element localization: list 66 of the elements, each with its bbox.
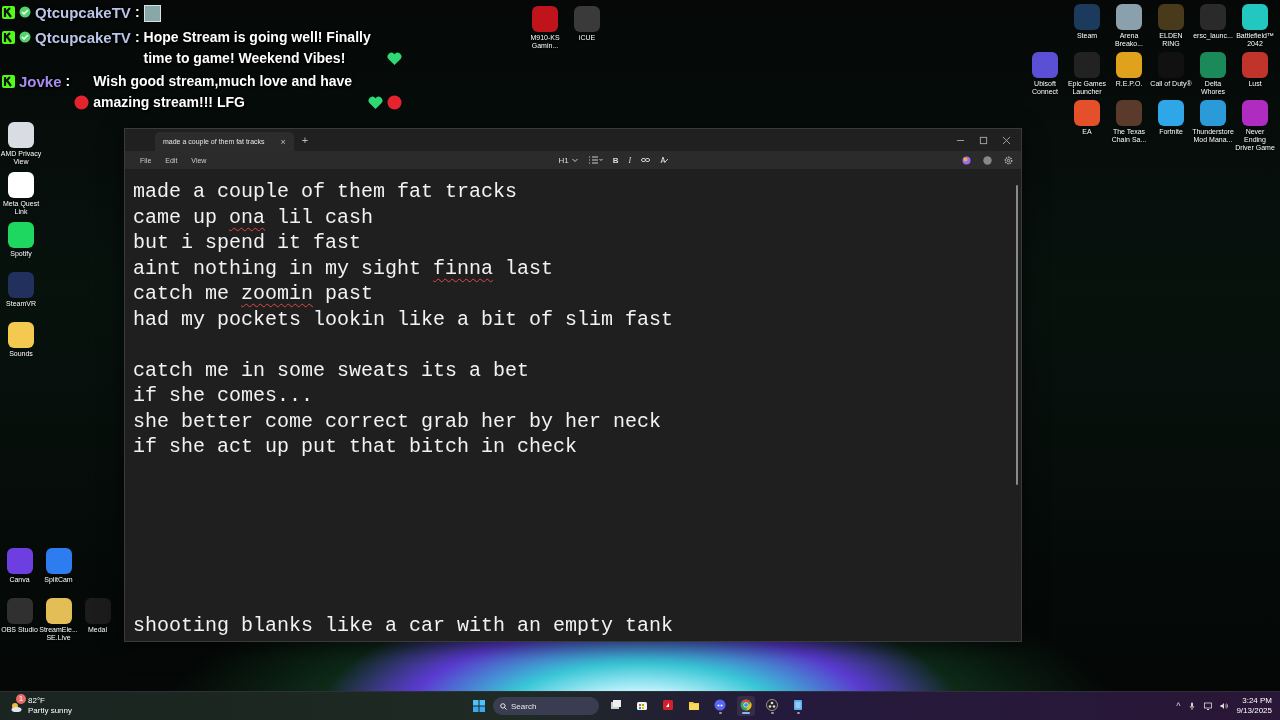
profile-icon[interactable] <box>983 155 992 165</box>
italic-button[interactable]: I <box>628 155 632 165</box>
text-line: catch me in some sweats its a bet <box>133 357 531 383</box>
check-badge-icon <box>19 31 31 43</box>
clear-formatting-icon[interactable] <box>660 156 670 164</box>
weather-condition: Partly sunny <box>28 706 73 716</box>
circle-icon <box>74 95 90 110</box>
weather-icon[interactable] <box>10 701 22 713</box>
text-line: she better come correct grab her by her neck <box>133 408 663 434</box>
chat-separator: : <box>134 3 140 22</box>
maximize-icon[interactable] <box>979 135 988 145</box>
chat-username: QtcupcakeTV <box>35 3 131 23</box>
text-line: if she comes... <box>133 383 315 409</box>
text-line: aint nothing in my sight finna last <box>133 255 555 281</box>
app-icon[interactable] <box>8 122 34 148</box>
heart-icon <box>368 96 383 110</box>
app-icon[interactable] <box>1242 4 1268 30</box>
chat-message-text: Wish good stream,much love and have amazing stream!!! LFG <box>93 72 354 112</box>
text-line: came up ona lil cash <box>133 204 375 230</box>
app-icon[interactable] <box>8 322 34 348</box>
clock[interactable]: 3:24 PM 9/13/2025 <box>1236 696 1272 716</box>
close-icon[interactable] <box>1002 135 1011 145</box>
bold-button[interactable]: B <box>612 155 619 165</box>
heading-dropdown[interactable]: H1 <box>558 155 579 165</box>
volume-icon[interactable] <box>1220 702 1229 710</box>
temperature-text: 82°F <box>28 696 46 706</box>
taskbar-app-icon[interactable] <box>737 696 755 716</box>
start-icon[interactable] <box>473 700 485 712</box>
settings-icon[interactable] <box>1004 155 1013 165</box>
search-field[interactable]: Search <box>493 697 599 715</box>
tab-close-button[interactable]: × <box>280 136 286 147</box>
notification-badge: 1 <box>16 694 26 704</box>
text-line: catch me zoomin past <box>133 281 375 307</box>
taskbar-app-icon[interactable] <box>763 696 781 716</box>
k-logo-icon <box>2 75 15 88</box>
overflow-button[interactable]: ^ <box>1176 701 1181 711</box>
app-icon[interactable] <box>1200 100 1226 126</box>
k-logo-icon <box>2 31 15 44</box>
text-line: but i spend it fast <box>133 230 363 256</box>
app-icon[interactable] <box>1116 52 1142 78</box>
text-line: made a couple of them fat tracks <box>133 179 519 205</box>
circle-icon <box>387 95 402 110</box>
chat-username: Jovke <box>19 72 62 92</box>
text-line: had my pockets lookin like a bit of slim fast <box>133 306 675 332</box>
new-tab-button[interactable]: + <box>301 134 309 146</box>
app-icon[interactable] <box>1116 4 1142 30</box>
chat-separator: : <box>134 28 140 47</box>
scrollbar[interactable] <box>1016 185 1018 485</box>
text-line: shooting blanks like a car with an empty tank <box>133 612 675 638</box>
app-icon[interactable] <box>45 598 72 624</box>
list-icon[interactable] <box>588 156 603 164</box>
text-line: if she act up put that bitch in check <box>133 434 579 460</box>
app-icon[interactable] <box>8 222 34 248</box>
k-logo-icon <box>2 6 15 19</box>
search-icon <box>500 703 507 710</box>
caret-icon <box>570 156 579 164</box>
heart-icon <box>387 52 402 66</box>
check-badge-icon <box>19 6 31 18</box>
chat-message-text: Hope Stream is going well! Finally time to game! Weekend Vibes! <box>143 28 372 68</box>
app-icon[interactable] <box>8 172 34 198</box>
app-icon[interactable] <box>1158 100 1184 126</box>
chat-username: QtcupcakeTV <box>35 28 131 48</box>
chat-separator: : <box>65 72 71 91</box>
microphone-icon[interactable] <box>1188 702 1197 710</box>
emote-picture <box>143 5 161 22</box>
link-icon[interactable] <box>641 156 651 164</box>
